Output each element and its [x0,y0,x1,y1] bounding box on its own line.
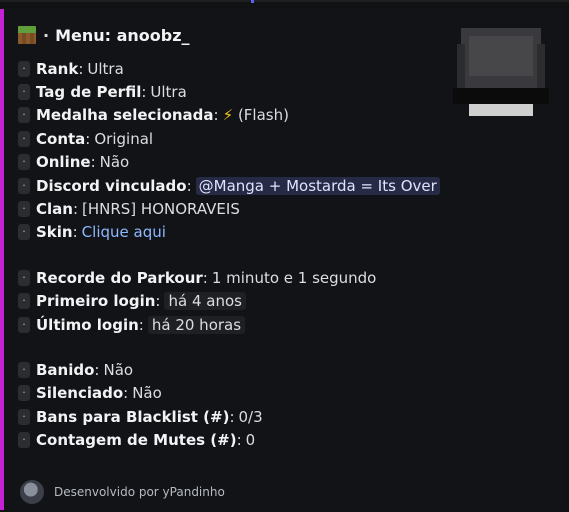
discord-mention[interactable]: @Manga + Mostarda = Its Over [195,176,440,195]
field-label: Tag de Perfil [36,83,142,102]
bullet-icon: · [18,201,30,218]
field-label: Discord vinculado [36,176,187,195]
lightning-icon: ⚡ [222,106,234,125]
title-bullet: · [43,25,50,45]
timestamp[interactable]: há 20 horas [147,315,246,334]
field-banned: · Banido: Não [18,358,564,381]
field-clan: · Clan: [HNRS] HONORAVEIS [18,197,564,220]
bullet-icon: · [18,130,30,147]
bullet-icon: · [18,224,30,241]
field-label: Rank [36,59,79,78]
field-value: 1 minuto e 1 segundo [211,268,377,287]
grass-block-icon [18,26,36,44]
field-value: Não [132,384,162,403]
field-label: Primeiro login [36,292,156,311]
embed-footer: Desenvolvido por yPandinho [20,480,225,504]
embed-title-text: Menu: anoobz_ [55,25,190,45]
bullet-icon: · [18,84,30,101]
bullet-icon: · [18,154,30,171]
timestamp[interactable]: há 4 anos [164,292,246,311]
field-muted: · Silenciado: Não [18,382,564,405]
field-value: [HNRS] HONORAVEIS [82,200,240,219]
field-value: 0 [245,431,256,450]
field-skin: · Skin: Clique aqui [18,221,564,244]
field-account: · Conta: Original [18,127,564,150]
field-bans-blacklist: · Bans para Blacklist (#): 0/3 [18,405,564,428]
field-value: Ultra [150,83,187,102]
field-value: Original [94,129,154,148]
footer-text: Desenvolvido por yPandinho [54,485,225,499]
field-value: (Flash) [237,106,289,125]
field-value: Não [99,153,130,172]
profile-embed: · Menu: anoobz_ · Rank: Ultra · Tag de P… [0,9,564,510]
field-mute-count: · Contagem de Mutes (#): 0 [18,428,564,451]
field-label: Skin [36,223,73,242]
top-divider [0,0,569,2]
field-label: Recorde do Parkour [36,268,203,287]
bullet-icon: · [18,432,30,449]
field-label: Contagem de Mutes (#) [36,431,237,450]
skin-link[interactable]: Clique aqui [82,223,166,241]
field-label: Último login [36,315,139,334]
field-label: Silenciado [36,384,124,403]
bullet-icon: · [18,60,30,77]
bullet-icon: · [18,269,30,286]
field-last-login: · Último login: há 20 horas [18,313,564,336]
field-label: Conta [36,129,86,148]
skin-thumbnail[interactable] [453,24,549,120]
bullet-icon: · [18,385,30,402]
field-discord: · Discord vinculado: @Manga + Mostarda =… [18,174,564,197]
field-label: Online [36,153,91,172]
bullet-icon: · [18,316,30,333]
bullet-icon: · [18,293,30,310]
field-label: Bans para Blacklist (#) [36,407,230,426]
bullet-icon: · [18,177,30,194]
bullet-icon: · [18,107,30,124]
bullet-icon: · [18,361,30,378]
field-value: Não [103,360,134,379]
author-avatar [20,480,44,504]
field-parkour: · Recorde do Parkour: 1 minuto e 1 segun… [18,266,564,289]
field-first-login: · Primeiro login: há 4 anos [18,290,564,313]
field-label: Banido [36,360,95,379]
field-label: Medalha selecionada [36,106,214,125]
field-value: Ultra [87,59,124,78]
field-online: · Online: Não [18,151,564,174]
field-value: 0/3 [238,407,263,426]
top-indicator [251,0,254,3]
bullet-icon: · [18,408,30,425]
field-label: Clan [36,200,73,219]
